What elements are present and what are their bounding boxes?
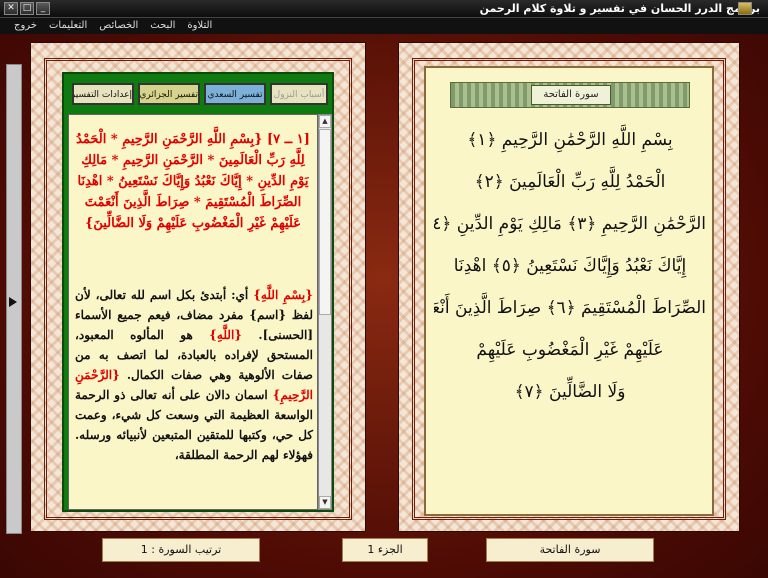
tafsir-paragraph: {بِسْمِ اللَّهِ} أي: أبتدئ بكل اسم لله ت… [75,285,313,465]
tab-asbab-nuzul[interactable]: أسباب النزول [270,83,328,105]
app-icon [738,2,752,15]
sura-order-field: ترتيب السورة : 1 [102,538,260,562]
menu-bar: التلاوة البحث الخصائص التعليمات خروج [0,18,768,34]
scroll-up-icon[interactable]: ▲ [319,115,331,128]
tab-tafsir-settings[interactable]: إعدادات التفسير [72,83,134,105]
mushaf-page: سورة الفاتحة بِسْمِ اللَّهِ الرَّحْمَٰنِ… [424,66,714,516]
sura-header-label: سورة الفاتحة [531,85,611,105]
menu-exit[interactable]: خروج [14,18,37,34]
menu-help[interactable]: التعليمات [49,18,87,34]
scroll-thumb[interactable] [319,129,331,315]
tab-tafsir-saadi[interactable]: تفسير السعدي [204,83,266,105]
expand-arrow-icon [9,297,17,307]
mushaf-line[interactable]: إِيَّاكَ نَعْبُدُ وَإِيَّاكَ نَسْتَعِينُ… [434,246,706,286]
mushaf-line[interactable]: عَلَيْهِمْ غَيْرِ الْمَغْضُوبِ عَلَيْهِم… [434,330,706,370]
sura-name-field: سورة الفاتحة [486,538,654,562]
tafsir-scrollbar[interactable]: ▲ ▼ [318,114,332,510]
mushaf-line[interactable]: الرَّحْمَٰنِ الرَّحِيمِ ﴿٣﴾ مَالِكِ يَوْ… [434,204,706,244]
mushaf-line[interactable]: وَلَا الضَّالِّينَ ﴿٧﴾ [434,372,706,412]
menu-properties[interactable]: الخصائص [99,18,138,34]
scroll-down-icon[interactable]: ▼ [319,496,331,509]
minimize-button[interactable]: _ [36,2,50,15]
mushaf-line[interactable]: بِسْمِ اللَّهِ الرَّحْمَٰنِ الرَّحِيمِ ﴿… [434,120,706,160]
tafsir-highlight: {اللَّهِ} [209,328,243,342]
menu-tilawa[interactable]: التلاوة [187,18,212,34]
tafsir-panel: إعدادات التفسير تفسير الجزائري تفسير الس… [62,72,334,512]
maximize-button[interactable]: □ [20,2,34,15]
tab-tafsir-jazairi[interactable]: تفسير الجزائري [138,83,200,105]
juz-field: الجزء 1 [342,538,428,562]
window-title: برنامج الدرر الحسان في تفسير و تلاوة كلا… [479,2,760,15]
ayah-text: [١ ــ ٧] {بِسْمِ اللَّهِ الرَّحْمَنِ الر… [76,132,310,231]
side-panel-toggle[interactable] [6,64,22,534]
title-bar: برنامج الدرر الحسان في تفسير و تلاوة كلا… [0,0,768,18]
mushaf-line[interactable]: الْحَمْدُ لِلَّهِ رَبِّ الْعَالَمِينَ ﴿٢… [434,162,706,202]
close-button[interactable]: ✕ [4,2,18,15]
menu-search[interactable]: البحث [150,18,175,34]
sura-header-ornament: سورة الفاتحة [450,82,690,108]
tafsir-text-area[interactable]: [١ ــ ٧] {بِسْمِ اللَّهِ الرَّحْمَنِ الر… [68,114,318,510]
mushaf-line[interactable]: الصِّرَاطَ الْمُسْتَقِيمَ ﴿٦﴾ صِرَاطَ ال… [434,288,706,328]
tafsir-highlight: {بِسْمِ اللَّهِ} [253,288,313,302]
